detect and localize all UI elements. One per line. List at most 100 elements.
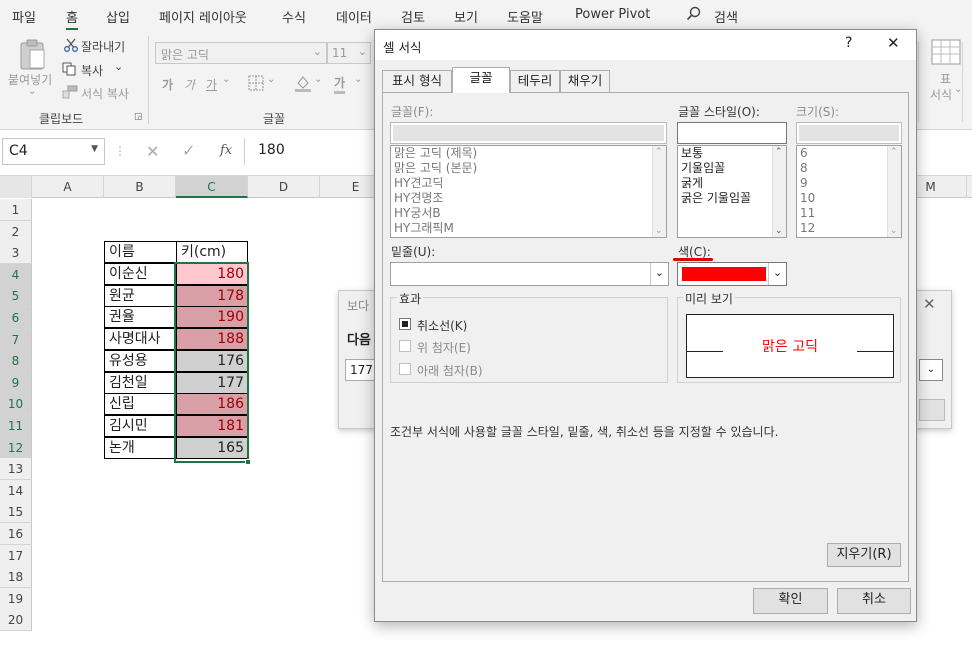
- list-item[interactable]: 9: [797, 176, 901, 191]
- list-item[interactable]: HY궁서B: [391, 206, 666, 221]
- list-item[interactable]: HY그래픽M: [391, 221, 666, 236]
- list-item[interactable]: HY견고딕: [391, 176, 666, 191]
- size-input[interactable]: [796, 122, 902, 144]
- fill-color-icon[interactable]: [294, 74, 312, 95]
- background-dialog-button[interactable]: [919, 399, 945, 421]
- row-header[interactable]: 9: [0, 371, 32, 394]
- menu-help[interactable]: 도움말: [507, 7, 543, 26]
- row-header[interactable]: 4: [0, 263, 32, 286]
- style-list[interactable]: 보통 기울임꼴 굵게 굵은 기울임꼴 ⌃ ⌄: [677, 145, 787, 238]
- row-header[interactable]: 10: [0, 393, 32, 416]
- row-header[interactable]: 14: [0, 479, 32, 502]
- paste-icon[interactable]: [18, 38, 48, 75]
- formula-input[interactable]: 180: [250, 138, 380, 165]
- chevron-down-icon[interactable]: ⌄: [655, 226, 663, 236]
- menu-formulas[interactable]: 수식: [282, 7, 306, 26]
- name-cell[interactable]: 원균: [104, 284, 177, 307]
- row-header[interactable]: 13: [0, 458, 32, 481]
- bold-button[interactable]: 가: [162, 76, 173, 93]
- copy-button[interactable]: 복사: [81, 62, 103, 79]
- tab-number[interactable]: 표시 형식: [382, 70, 452, 92]
- format-as-table-label1[interactable]: 표: [940, 70, 951, 87]
- list-item[interactable]: 6: [797, 146, 901, 161]
- format-as-table-label2[interactable]: 서식: [930, 86, 952, 103]
- superscript-checkbox[interactable]: [399, 340, 411, 352]
- tab-font[interactable]: 글꼴: [452, 67, 510, 93]
- clear-button[interactable]: 지우기(R): [827, 543, 901, 567]
- height-cell[interactable]: 177: [176, 371, 248, 394]
- row-header[interactable]: 1: [0, 199, 32, 221]
- font-size-combo[interactable]: 11 ⌄: [327, 42, 371, 64]
- help-button[interactable]: ?: [845, 35, 852, 51]
- column-header[interactable]: A: [32, 176, 104, 198]
- size-list[interactable]: 6 8 9 10 11 12 ⌃ ⌄: [796, 145, 902, 238]
- underline-button[interactable]: 가: [206, 76, 217, 93]
- list-item[interactable]: 보통: [678, 146, 786, 161]
- scrollbar[interactable]: ⌃ ⌄: [887, 146, 901, 237]
- menu-home[interactable]: 홈: [66, 7, 78, 30]
- row-header[interactable]: 15: [0, 501, 32, 524]
- enter-icon[interactable]: ✓: [182, 141, 195, 160]
- underline-select[interactable]: ⌄: [390, 262, 669, 286]
- dialog-launcher-icon[interactable]: ◲: [134, 112, 143, 122]
- ok-button[interactable]: 확인: [753, 588, 828, 614]
- cut-button[interactable]: 잘라내기: [81, 38, 125, 55]
- name-cell[interactable]: 유성용: [104, 349, 177, 372]
- height-cell[interactable]: 176: [176, 349, 248, 372]
- height-cell[interactable]: 190: [176, 306, 248, 329]
- fx-icon[interactable]: fx: [220, 143, 232, 158]
- scrollbar[interactable]: ⌃ ⌄: [652, 146, 666, 237]
- row-header[interactable]: 12: [0, 436, 32, 459]
- name-cell[interactable]: 논개: [104, 436, 177, 459]
- height-cell[interactable]: 178: [176, 284, 248, 307]
- row-header[interactable]: 11: [0, 415, 32, 437]
- row-header[interactable]: 2: [0, 220, 32, 243]
- name-box[interactable]: C4 ▼: [2, 138, 105, 165]
- subscript-label[interactable]: 아래 첨자(B): [417, 362, 483, 379]
- font-input[interactable]: [390, 122, 667, 144]
- close-icon[interactable]: ✕: [923, 295, 936, 313]
- name-cell[interactable]: 권율: [104, 306, 177, 329]
- header-cell-name[interactable]: 이름: [104, 241, 177, 263]
- close-button[interactable]: ✕: [887, 34, 900, 52]
- name-cell[interactable]: 김시민: [104, 414, 177, 437]
- format-as-table-icon[interactable]: [930, 38, 962, 73]
- height-cell[interactable]: 165: [176, 436, 248, 459]
- chevron-up-icon[interactable]: ⌃: [775, 147, 783, 157]
- list-item[interactable]: 10: [797, 191, 901, 206]
- menu-power-pivot[interactable]: Power Pivot: [575, 7, 650, 22]
- row-header[interactable]: 8: [0, 350, 32, 373]
- list-item[interactable]: 굵은 기울임꼴: [678, 191, 786, 206]
- subscript-checkbox[interactable]: [399, 363, 411, 375]
- column-header-selected[interactable]: C: [176, 176, 248, 198]
- height-cell[interactable]: 180: [176, 263, 248, 285]
- cancel-icon[interactable]: ✕: [146, 142, 159, 161]
- list-item[interactable]: 맑은 고딕 (본문): [391, 161, 666, 176]
- column-header[interactable]: B: [104, 176, 176, 198]
- row-header[interactable]: 5: [0, 285, 32, 308]
- menu-view[interactable]: 보기: [454, 7, 478, 26]
- chevron-down-icon[interactable]: ⌄: [890, 226, 898, 236]
- style-input[interactable]: [677, 122, 787, 144]
- menu-file[interactable]: 파일: [12, 7, 36, 26]
- chevron-up-icon[interactable]: ⌃: [890, 147, 898, 157]
- search-label[interactable]: 검색: [714, 7, 738, 26]
- superscript-label[interactable]: 위 첨자(E): [417, 339, 471, 356]
- search-icon[interactable]: [686, 6, 702, 25]
- row-header[interactable]: 20: [0, 609, 32, 632]
- chevron-down-icon[interactable]: ⌄: [650, 263, 668, 285]
- row-header[interactable]: 19: [0, 587, 32, 610]
- list-item[interactable]: 11: [797, 206, 901, 221]
- chevron-up-icon[interactable]: ⌃: [655, 147, 663, 157]
- height-cell[interactable]: 181: [176, 414, 248, 437]
- menu-review[interactable]: 검토: [401, 7, 425, 26]
- row-header[interactable]: 7: [0, 328, 32, 351]
- tab-border[interactable]: 테두리: [510, 70, 560, 92]
- name-cell[interactable]: 신립: [104, 393, 177, 416]
- row-header[interactable]: 16: [0, 523, 32, 545]
- header-cell-height[interactable]: 키(cm): [176, 241, 248, 263]
- chevron-down-icon[interactable]: ⌄: [768, 263, 786, 285]
- name-cell[interactable]: 이순신: [104, 263, 177, 285]
- border-icon[interactable]: [248, 75, 264, 94]
- select-all-corner[interactable]: [0, 176, 32, 198]
